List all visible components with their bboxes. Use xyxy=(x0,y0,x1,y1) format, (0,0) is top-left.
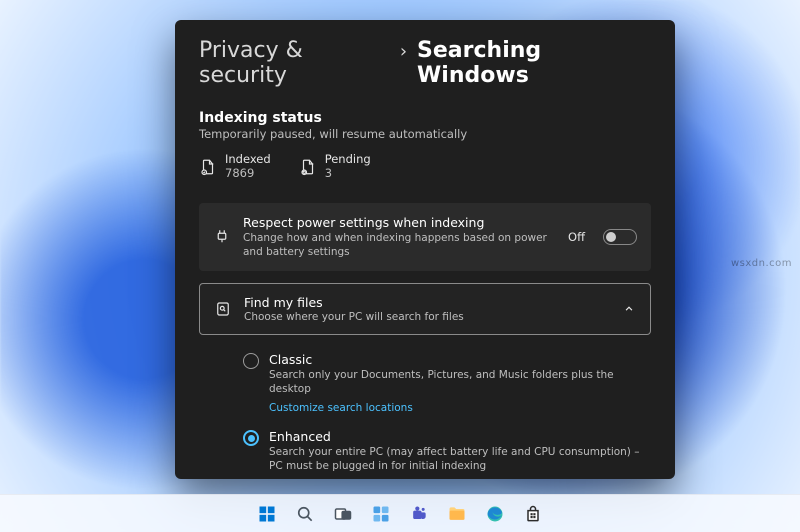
taskbar-search-button[interactable] xyxy=(288,499,322,529)
option-classic-title: Classic xyxy=(269,352,645,367)
customize-search-locations-link[interactable]: Customize search locations xyxy=(269,402,413,414)
radio-classic[interactable] xyxy=(243,353,259,369)
stat-pending-label: Pending xyxy=(325,153,371,167)
chevron-up-icon xyxy=(622,302,636,316)
find-my-files-expander[interactable]: Find my files Choose where your PC will … xyxy=(199,283,651,335)
stat-indexed-value: 7869 xyxy=(225,167,271,181)
option-enhanced[interactable]: Enhanced Search your entire PC (may affe… xyxy=(243,422,645,480)
stat-pending: Pending 3 xyxy=(299,153,371,181)
option-enhanced-subtitle: Search your entire PC (may affect batter… xyxy=(269,445,645,473)
page-title: Searching Windows xyxy=(417,38,651,88)
edge-button[interactable] xyxy=(478,499,512,529)
option-enhanced-title: Enhanced xyxy=(269,429,645,444)
option-classic[interactable]: Classic Search only your Documents, Pict… xyxy=(243,345,645,422)
breadcrumb-parent[interactable]: Privacy & security xyxy=(199,38,390,88)
power-settings-state: Off xyxy=(568,230,585,244)
teams-button[interactable] xyxy=(402,499,436,529)
watermark: wsxdn.com xyxy=(731,258,792,269)
find-my-files-title: Find my files xyxy=(244,295,610,310)
power-settings-card[interactable]: Respect power settings when indexing Cha… xyxy=(199,203,651,271)
document-check-icon xyxy=(199,158,217,176)
document-refresh-icon xyxy=(299,158,317,176)
indexing-stats: Indexed 7869 Pending 3 xyxy=(199,153,651,181)
stat-indexed-label: Indexed xyxy=(225,153,271,167)
power-settings-toggle[interactable] xyxy=(603,229,637,245)
indexing-status-title: Indexing status xyxy=(199,110,651,126)
power-settings-subtitle: Change how and when indexing happens bas… xyxy=(243,231,556,259)
breadcrumb: Privacy & security › Searching Windows xyxy=(199,38,651,88)
stat-pending-value: 3 xyxy=(325,167,371,181)
find-my-files-subtitle: Choose where your PC will search for fil… xyxy=(244,311,610,323)
option-classic-subtitle: Search only your Documents, Pictures, an… xyxy=(269,368,645,396)
settings-window: Privacy & security › Searching Windows I… xyxy=(175,20,675,479)
indexing-status-subtitle: Temporarily paused, will resume automati… xyxy=(199,127,651,141)
chevron-right-icon: › xyxy=(400,41,407,62)
stat-indexed: Indexed 7869 xyxy=(199,153,271,181)
find-my-files-options: Classic Search only your Documents, Pict… xyxy=(199,343,651,485)
power-plug-icon xyxy=(213,228,231,246)
taskbar xyxy=(0,494,800,532)
task-view-button[interactable] xyxy=(326,499,360,529)
power-settings-title: Respect power settings when indexing xyxy=(243,215,556,230)
search-document-icon xyxy=(214,300,232,318)
widgets-button[interactable] xyxy=(364,499,398,529)
microsoft-store-button[interactable] xyxy=(516,499,550,529)
start-button[interactable] xyxy=(250,499,284,529)
file-explorer-button[interactable] xyxy=(440,499,474,529)
radio-enhanced[interactable] xyxy=(243,430,259,446)
